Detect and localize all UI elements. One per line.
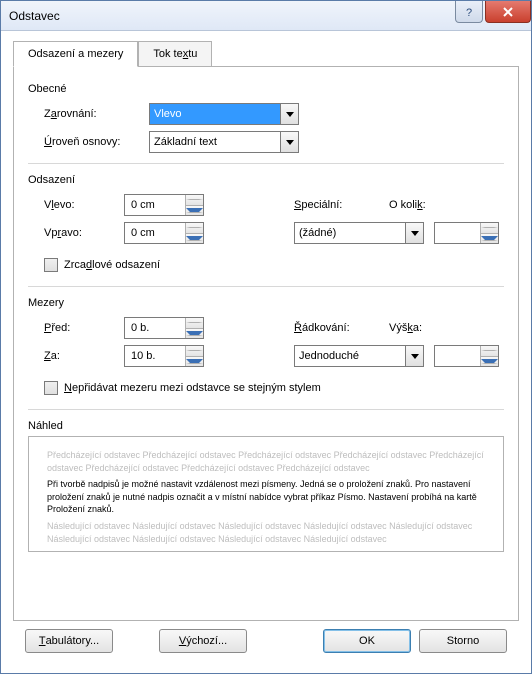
tab-text-flow[interactable]: Tok textu (138, 41, 212, 67)
space-after-label: Za: (44, 350, 124, 362)
line-spacing-combo[interactable]: Jednoduché (294, 345, 424, 367)
indent-left-label: Vlevo: (44, 199, 124, 211)
alignment-label: Zarovnání: (44, 108, 149, 120)
outline-level-label: Úroveň osnovy: (44, 136, 149, 148)
default-button[interactable]: Výchozí... (159, 629, 247, 653)
no-space-same-style-checkbox[interactable] (44, 381, 58, 395)
indent-right-label: Vpravo: (44, 227, 124, 239)
cancel-button[interactable]: Storno (419, 629, 507, 653)
special-indent-combo[interactable]: (žádné) (294, 222, 424, 244)
tab-indent-spacing[interactable]: Odsazení a mezery (13, 41, 138, 67)
group-preview-label: Náhled (28, 414, 504, 436)
chevron-down-icon[interactable] (280, 132, 298, 152)
mirror-indent-checkbox[interactable] (44, 258, 58, 272)
space-before-label: Před: (44, 322, 124, 334)
group-spacing-label: Mezery (28, 291, 504, 313)
svg-text:?: ? (466, 7, 472, 18)
spin-up-icon[interactable] (186, 318, 203, 329)
help-button[interactable]: ? (455, 1, 483, 23)
preview-before-text: Předcházející odstavec Předcházející ods… (47, 449, 485, 474)
spin-up-icon[interactable] (481, 346, 498, 357)
space-after-spinner[interactable]: 10 b. (124, 345, 204, 367)
spin-down-icon[interactable] (186, 357, 203, 367)
group-general-label: Obecné (28, 77, 504, 99)
indent-by-spinner[interactable] (434, 222, 499, 244)
tabstrip: Odsazení a mezery Tok textu (13, 41, 519, 67)
spin-down-icon[interactable] (481, 234, 498, 244)
chevron-down-icon[interactable] (405, 223, 423, 243)
dialog-client: Odsazení a mezery Tok textu Obecné Zarov… (1, 31, 531, 673)
dialog-footer: Tabulátory... Výchozí... OK Storno (13, 621, 519, 661)
preview-sample-text: Při tvorbě nadpisů je možné nastavit vzd… (47, 478, 485, 516)
close-button[interactable] (485, 1, 531, 23)
no-space-same-style-label: Nepřidávat mezeru mezi odstavce se stejn… (64, 382, 321, 394)
dialog-title: Odstavec (9, 9, 453, 23)
ok-button[interactable]: OK (323, 629, 411, 653)
spin-down-icon[interactable] (186, 234, 203, 244)
mirror-indent-label: Zrcadlové odsazení (64, 259, 160, 271)
outline-level-value: Základní text (150, 132, 280, 152)
line-at-label: Výška: (389, 322, 449, 334)
outline-level-combo[interactable]: Základní text (149, 131, 299, 153)
alignment-combo[interactable]: Vlevo (149, 103, 299, 125)
titlebar: Odstavec ? (1, 1, 531, 31)
tabpage-indent-spacing: Obecné Zarovnání: Vlevo Úroveň osnovy: Z… (13, 66, 519, 621)
spin-up-icon[interactable] (186, 195, 203, 206)
line-at-spinner[interactable] (434, 345, 499, 367)
special-indent-label: Speciální: (294, 199, 379, 211)
indent-by-label: O kolik: (389, 199, 449, 211)
alignment-value: Vlevo (150, 104, 280, 124)
indent-right-spinner[interactable]: 0 cm (124, 222, 204, 244)
spin-down-icon[interactable] (186, 206, 203, 216)
spin-down-icon[interactable] (481, 357, 498, 367)
tabs-button[interactable]: Tabulátory... (25, 629, 113, 653)
chevron-down-icon[interactable] (280, 104, 298, 124)
spin-down-icon[interactable] (186, 329, 203, 339)
spin-up-icon[interactable] (186, 346, 203, 357)
group-indent-label: Odsazení (28, 168, 504, 190)
spin-up-icon[interactable] (186, 223, 203, 234)
chevron-down-icon[interactable] (405, 346, 423, 366)
preview-box: Předcházející odstavec Předcházející ods… (28, 436, 504, 552)
preview-after-text: Následující odstavec Následující odstave… (47, 520, 485, 545)
paragraph-dialog: Odstavec ? Odsazení a mezery Tok textu O… (0, 0, 532, 674)
spin-up-icon[interactable] (481, 223, 498, 234)
line-spacing-label: Řádkování: (294, 322, 379, 334)
indent-left-spinner[interactable]: 0 cm (124, 194, 204, 216)
space-before-spinner[interactable]: 0 b. (124, 317, 204, 339)
